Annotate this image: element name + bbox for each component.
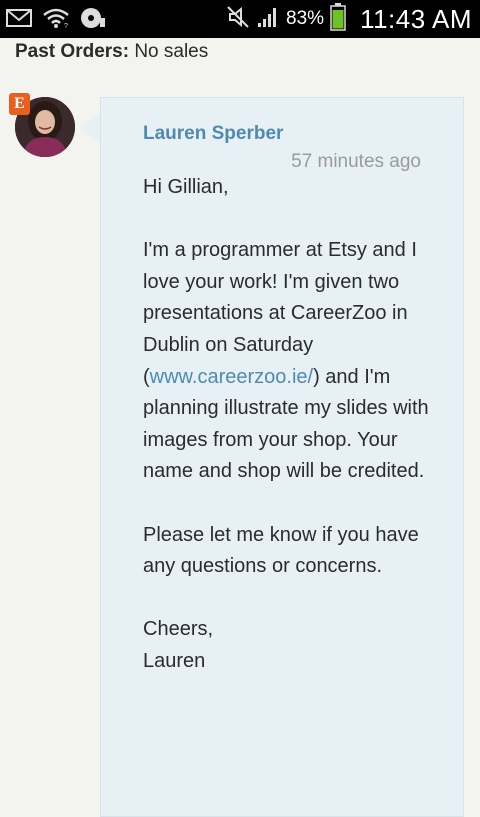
bubble-pointer (80, 112, 101, 144)
disc-icon (80, 6, 106, 35)
message-timestamp: 57 minutes ago (291, 151, 421, 172)
status-clock: 11:43 AM (360, 3, 472, 34)
sender-name[interactable]: Lauren Sperber (143, 123, 283, 145)
message-body: Hi Gillian, I'm a programmer at Etsy and… (143, 172, 443, 678)
svg-text:?: ? (64, 23, 68, 29)
past-orders-value: No sales (134, 41, 209, 62)
past-orders-label: Past Orders: (15, 41, 130, 62)
battery-percent: 83% (286, 8, 325, 29)
message-paragraph-2: Please let me know if you have any quest… (143, 523, 419, 578)
status-bar: ? 83% 11:43 AM (0, 0, 480, 38)
careerzoo-link[interactable]: www.careerzoo.ie/ (150, 366, 313, 388)
system-icons: 83% 11:43 AM (226, 0, 472, 38)
message-paragraph-1: I'm a programmer at Etsy and I love your… (143, 235, 443, 488)
mail-icon (6, 8, 32, 33)
notification-icons: ? (6, 6, 106, 35)
message-signoff: Cheers, (143, 618, 214, 641)
past-orders-line: Past Orders: No sales (15, 41, 208, 63)
message-greeting: Hi Gillian, (143, 176, 229, 198)
mute-icon (226, 5, 250, 34)
battery-icon (330, 2, 346, 36)
message-signature: Lauren (143, 649, 206, 672)
etsy-badge-icon: E (9, 93, 30, 115)
wifi-icon: ? (42, 7, 70, 34)
signal-icon (256, 5, 280, 34)
